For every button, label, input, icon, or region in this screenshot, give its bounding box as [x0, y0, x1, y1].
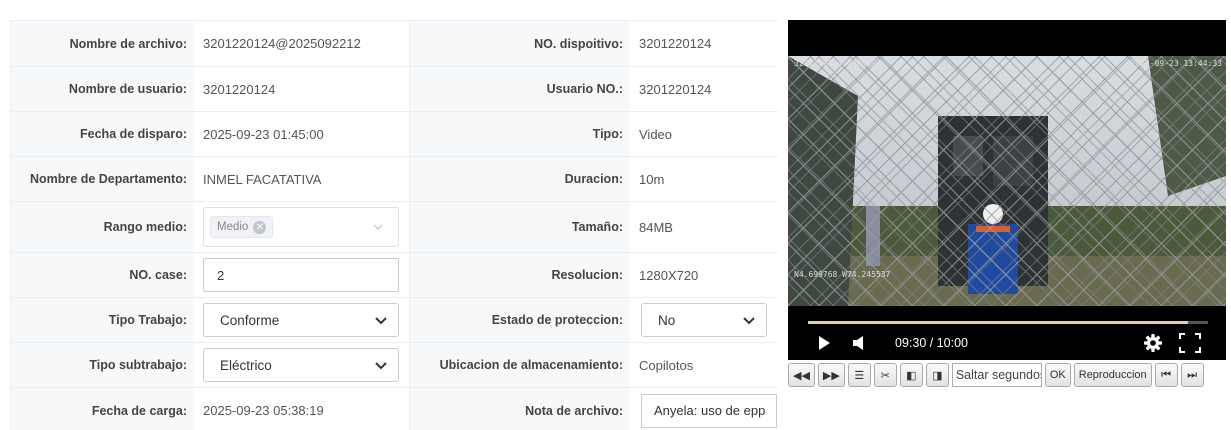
label-resolucion: Resolucion: — [410, 253, 629, 297]
fast-forward-button[interactable]: ▶▶ — [817, 363, 845, 387]
playback-button[interactable]: Reproduccion — [1073, 363, 1152, 387]
rango-medio-tag-label: Medio — [217, 221, 249, 233]
gear-icon — [1144, 334, 1162, 352]
fullscreen-icon — [1179, 333, 1201, 353]
tipo-subtrabajo-value: Eléctrico — [220, 357, 272, 373]
label-rango-medio: Rango medio: — [11, 202, 193, 252]
value-nombre-usuario: 3201220124 — [193, 67, 410, 111]
play-button[interactable] — [816, 330, 832, 356]
tipo-subtrabajo-cell: Eléctrico — [193, 343, 410, 387]
label-duracion: Duracion: — [410, 157, 629, 201]
chevron-down-icon — [375, 362, 387, 370]
tipo-trabajo-cell: Conforme — [193, 298, 410, 342]
label-fecha-carga: Fecha de carga: — [11, 388, 193, 430]
value-duracion: 10m — [639, 171, 665, 187]
value-fecha-carga: 2025-09-23 05:38:19 — [193, 388, 410, 430]
label-ubicacion: Ubicacion de almacenamiento: — [410, 343, 629, 387]
time-display: 09:30 / 10:00 — [895, 336, 968, 350]
file-details-grid: Nombre de archivo: 3201220124@2025092212… — [10, 20, 778, 430]
value-nombre-archivo: 3201220124@2025092212 — [193, 21, 410, 66]
seek-seconds-input[interactable]: Saltar segundos — [951, 363, 1042, 387]
tipo-trabajo-value: Conforme — [220, 312, 280, 328]
progress-fill — [808, 321, 1188, 324]
fullscreen-button[interactable] — [1179, 330, 1201, 356]
scissors-icon: ✂ — [880, 369, 890, 382]
label-departamento: Nombre de Departamento: — [11, 157, 193, 201]
list-button[interactable]: ☰ — [847, 363, 871, 387]
ok-button[interactable]: OK — [1044, 363, 1071, 387]
volume-icon — [853, 336, 863, 350]
rango-medio-cell: Medio ✕ — [193, 202, 410, 252]
next-frame-icon: ◨ — [932, 369, 943, 382]
rewind-icon: ◀◀ — [793, 369, 810, 382]
label-tipo-subtrabajo: Tipo subtrabajo: — [11, 343, 193, 387]
prev-frame-icon: ◧ — [906, 369, 917, 382]
chevron-down-icon — [743, 317, 755, 325]
label-tipo: Tipo: — [410, 112, 629, 156]
label-nombre-usuario: Nombre de usuario: — [11, 67, 193, 111]
value-departamento: INMEL FACATATIVA — [193, 157, 410, 201]
rango-medio-tag: Medio ✕ — [210, 216, 274, 238]
nota-input[interactable]: Anyela: uso de epp — [641, 393, 777, 428]
estado-proteccion-cell: No — [629, 298, 777, 342]
label-estado-proteccion: Estado de proteccion: — [410, 298, 629, 342]
rango-medio-select[interactable]: Medio ✕ — [203, 207, 399, 247]
label-no-dispositivo: NO. dispoitivo: — [410, 21, 629, 66]
value-ubicacion: Copilotos — [639, 357, 694, 373]
first-button[interactable]: ⏮ — [1154, 363, 1178, 387]
fast-forward-icon: ▶▶ — [822, 369, 840, 382]
estado-proteccion-select[interactable]: No — [641, 303, 767, 337]
no-case-cell: 2 — [193, 253, 410, 297]
value-tipo: Video — [639, 126, 673, 142]
next-frame-button[interactable]: ◨ — [925, 363, 949, 387]
chevron-down-icon — [375, 317, 387, 325]
last-button[interactable]: ⏭ — [1180, 363, 1204, 387]
volume-button[interactable] — [852, 330, 866, 356]
value-usuario-no: 3201220124 — [639, 81, 712, 97]
tag-remove-icon[interactable]: ✕ — [253, 220, 267, 234]
video-player[interactable]: 3201220124 000000 2025-09-23 13:44:33 N4… — [788, 20, 1226, 360]
no-case-input[interactable]: 2 — [203, 258, 399, 292]
play-icon — [819, 336, 830, 350]
skip-start-icon: ⏮ — [1161, 368, 1172, 381]
value-resolucion: 1280X720 — [639, 267, 699, 283]
progress-bar[interactable] — [808, 321, 1208, 324]
label-nombre-archivo: Nombre de archivo: — [11, 21, 193, 66]
label-tamano: Tamaño: — [410, 202, 629, 252]
player-toolbar: ◀◀ ▶▶ ☰ ✂ ◧ ◨ Saltar segundos OK Reprodu… — [788, 362, 1231, 388]
value-tamano: 84MB — [639, 219, 673, 235]
video-frame[interactable]: 3201220124 000000 2025-09-23 13:44:33 N4… — [788, 56, 1226, 306]
skip-end-icon: ⏭ — [1187, 368, 1198, 381]
label-nota: Nota de archivo: — [410, 388, 629, 430]
list-icon: ☰ — [854, 369, 865, 382]
cut-button[interactable]: ✂ — [873, 363, 897, 387]
rewind-button[interactable]: ◀◀ — [788, 363, 815, 387]
nota-cell: Anyela: uso de epp — [629, 388, 777, 430]
osd-datetime: 2025-09-23 13:44:33 — [1130, 59, 1222, 68]
tipo-subtrabajo-select[interactable]: Eléctrico — [203, 348, 399, 382]
settings-button[interactable] — [1143, 330, 1163, 356]
label-no-case: NO. case: — [11, 253, 193, 297]
label-tipo-trabajo: Tipo Trabajo: — [11, 298, 193, 342]
prev-frame-button[interactable]: ◧ — [899, 363, 923, 387]
label-fecha-disparo: Fecha de disparo: — [11, 112, 193, 156]
label-usuario-no: Usuario NO.: — [410, 67, 629, 111]
osd-gps: N4.699768 W74.245537 — [794, 270, 891, 279]
estado-proteccion-value: No — [658, 312, 676, 328]
osd-device: 3201220124 000000 — [794, 59, 876, 68]
chevron-down-icon — [373, 224, 383, 230]
video-frame-image — [788, 56, 1226, 306]
value-fecha-disparo: 2025-09-23 01:45:00 — [193, 112, 410, 156]
tipo-trabajo-select[interactable]: Conforme — [203, 303, 399, 337]
value-no-dispositivo: 3201220124 — [639, 36, 712, 51]
